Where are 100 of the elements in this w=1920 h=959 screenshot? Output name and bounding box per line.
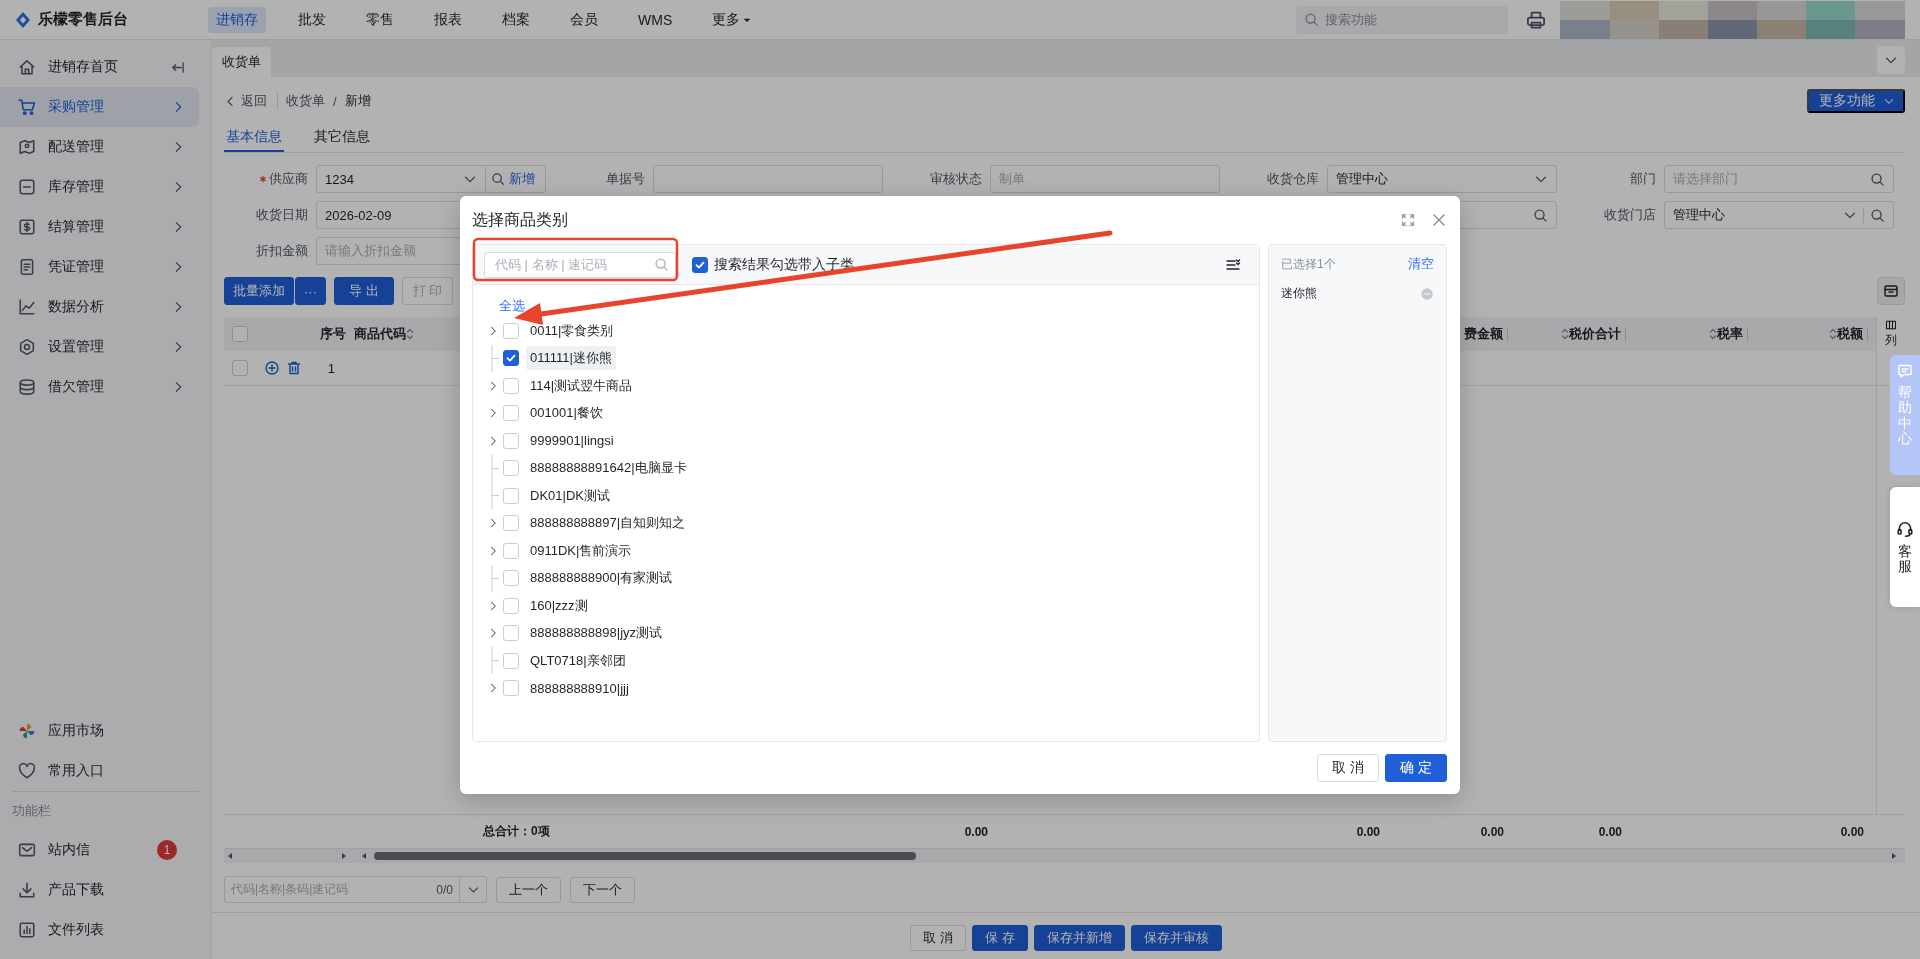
more-actions-button[interactable]: 更多功能: [1807, 89, 1905, 113]
total-value: 0.00: [1356, 824, 1380, 839]
sidebar-item[interactable]: 应用市场: [0, 711, 199, 751]
nav-tab[interactable]: WMS: [630, 7, 681, 32]
sidebar-item[interactable]: 库存管理: [0, 167, 199, 207]
nav-tab[interactable]: 批发: [290, 6, 334, 33]
tabs-menu-button[interactable]: [1877, 46, 1905, 74]
map-icon: [18, 138, 36, 156]
search-icon: [1870, 207, 1885, 223]
dialog-button[interactable]: 取 消: [1317, 754, 1380, 782]
nav-tab[interactable]: 档案: [494, 6, 538, 33]
tray-icon: [18, 178, 36, 196]
total-value: 0.00: [1480, 824, 1504, 839]
sidebar-item[interactable]: 文件列表: [0, 910, 199, 950]
trash-icon: [286, 360, 302, 376]
field-label: 部门: [1630, 170, 1656, 188]
nav-tab[interactable]: 报表: [426, 6, 470, 33]
checkbox[interactable]: [692, 256, 708, 273]
field-label: 审核状态: [930, 170, 982, 188]
breadcrumb-separator: /: [333, 93, 337, 109]
total-value: 0.00: [1598, 824, 1622, 839]
archive-icon: [1883, 283, 1899, 299]
search-icon: [1533, 207, 1548, 223]
nav-tab[interactable]: 会员: [562, 6, 606, 33]
category-item[interactable]: 0011|零食类别: [526, 318, 618, 343]
batch-add-button[interactable]: 批量添加: [224, 277, 294, 305]
more-button[interactable]: ···: [295, 277, 326, 305]
section-title: 功能栏: [11, 802, 52, 820]
checkbox[interactable]: [503, 350, 519, 367]
toolbar-button[interactable]: 导 出: [334, 277, 394, 305]
scrollbar-drawing[interactable]: [224, 849, 1905, 863]
select-field[interactable]: 1234: [316, 165, 486, 193]
select-all-link[interactable]: 全选: [499, 297, 525, 315]
sidebar-item[interactable]: 采购管理: [0, 87, 199, 127]
dialog-button[interactable]: 确 定: [1385, 754, 1447, 782]
footer-button[interactable]: 保存并审核: [1130, 925, 1222, 951]
line-chart-icon: [18, 298, 36, 316]
category-item[interactable]: 888888888910|jjj: [526, 677, 633, 699]
sidebar-item[interactable]: 产品下载: [0, 870, 199, 910]
back-link[interactable]: 返回: [224, 92, 278, 110]
category-item[interactable]: 888888888900|有家测试: [526, 566, 677, 591]
clear-link[interactable]: 清空: [1408, 255, 1434, 273]
add-button[interactable]: 新增: [486, 165, 546, 193]
page-tab[interactable]: 收货单: [212, 47, 271, 77]
category-item[interactable]: 888888888897|自知则知之: [526, 511, 690, 536]
input-field[interactable]: [653, 165, 883, 193]
headset-icon: [1896, 519, 1914, 538]
collapse-all-icon: [1225, 256, 1241, 273]
footer-button[interactable]: 保 存: [972, 925, 1028, 951]
select-field[interactable]: 管理中心: [1664, 201, 1894, 229]
sidebar-item[interactable]: 数据分析: [0, 287, 199, 327]
form-tab[interactable]: 其它信息: [312, 123, 372, 152]
sidebar-item[interactable]: 借欠管理: [0, 367, 199, 407]
sidebar-item[interactable]: 进销存首页: [0, 47, 199, 87]
category-item[interactable]: 0911DK|售前演示: [526, 538, 636, 563]
sidebar-item[interactable]: 结算管理: [0, 207, 199, 247]
sidebar-item[interactable]: 凭证管理: [0, 247, 199, 287]
pinwheel-icon: [18, 722, 36, 740]
breadcrumb-item[interactable]: 收货单: [286, 92, 325, 110]
sidebar-item[interactable]: 站内信 1: [0, 830, 199, 870]
search-icon: [1304, 12, 1319, 27]
sidebar-item[interactable]: 配送管理: [0, 127, 199, 167]
table-cell-text: 1: [327, 360, 336, 376]
sidebar-item[interactable]: 常用入口: [0, 751, 199, 791]
count-badge: 1: [157, 840, 177, 860]
sidebar-item[interactable]: 设置管理: [0, 327, 199, 367]
next-button[interactable]: 下一个: [570, 876, 635, 903]
previous-button[interactable]: 上一个: [496, 876, 561, 903]
category-item[interactable]: 888888888898|jyz测试: [526, 621, 667, 646]
select-field[interactable]: 管理中心: [1327, 165, 1557, 193]
logo-icon: [14, 10, 32, 29]
nav-tab[interactable]: 零售: [358, 6, 402, 33]
column-header: 税价合计: [1569, 325, 1621, 343]
cart-icon: [18, 98, 36, 116]
category-item[interactable]: 160|zzz测: [526, 593, 592, 618]
category-item[interactable]: 114|测试翌牛商品: [526, 373, 637, 398]
customer-service-tab[interactable]: 客服: [1890, 487, 1920, 607]
total-value: 0.00: [1840, 824, 1864, 839]
field-label: 收货门店: [1604, 206, 1656, 224]
chat-icon: [1897, 363, 1913, 379]
footer-button[interactable]: 取 消: [910, 925, 966, 951]
field-label: 收货日期: [256, 206, 308, 224]
nav-tab[interactable]: 更多: [704, 6, 761, 33]
archive-button[interactable]: [1877, 277, 1905, 305]
form-tab[interactable]: 基本信息: [224, 123, 284, 152]
category-item[interactable]: 011111|迷你熊: [526, 346, 616, 371]
category-item[interactable]: 88888888891642|电脑显卡: [526, 456, 691, 481]
category-item[interactable]: QLT0718|亲邻团: [526, 648, 630, 673]
bar-chart-icon: [18, 921, 36, 939]
category-item[interactable]: 9999901|lingsi: [526, 430, 618, 452]
selection-count: 已选择1个: [1281, 255, 1336, 273]
selected-item: 迷你熊: [1281, 285, 1317, 302]
category-item[interactable]: DK01|DK测试: [526, 483, 614, 508]
column-header: 税率: [1717, 325, 1743, 343]
nav-tab[interactable]: 进销存: [208, 6, 266, 33]
field-label: 供应商: [269, 170, 308, 188]
settings-icon: [18, 338, 36, 356]
category-item[interactable]: 001001|餐饮: [526, 401, 607, 426]
column-header: 序号: [320, 325, 346, 343]
footer-button[interactable]: 保存并新增: [1033, 925, 1125, 951]
